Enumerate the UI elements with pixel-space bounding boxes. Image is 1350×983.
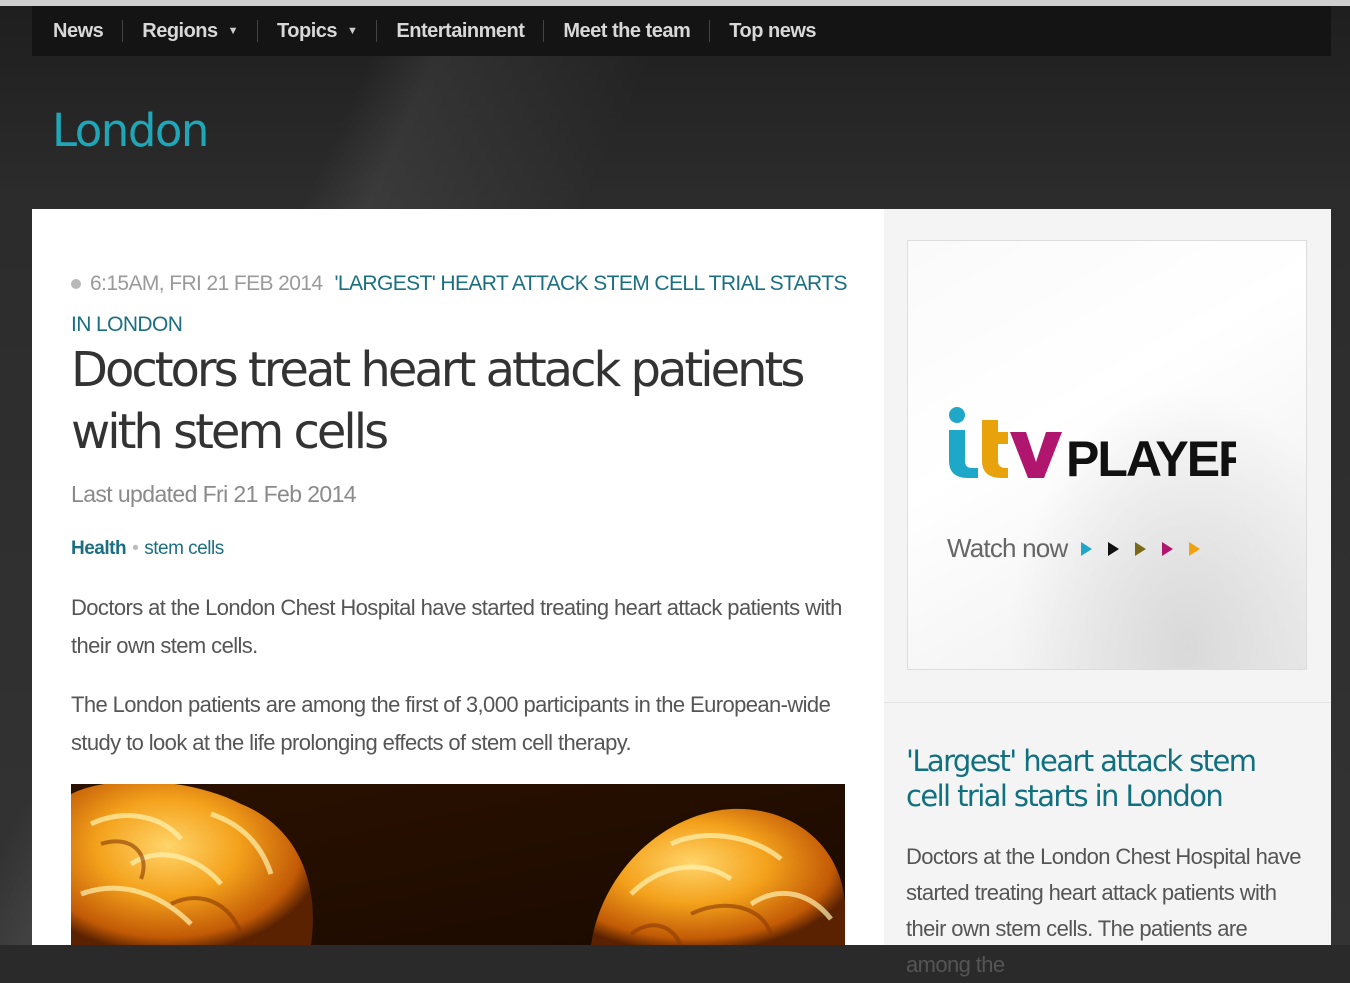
watch-now-label: Watch now bbox=[947, 533, 1068, 563]
timestamp: 6:15AM, FRI 21 FEB 2014 bbox=[90, 272, 323, 295]
region-title: London bbox=[52, 104, 209, 157]
play-arrow-icon bbox=[1108, 541, 1120, 556]
sidebar-divider bbox=[884, 702, 1331, 703]
play-arrow-icon bbox=[1189, 541, 1201, 556]
nav-separator bbox=[257, 20, 259, 42]
nav-separator bbox=[543, 20, 545, 42]
nav-item-news[interactable]: News bbox=[32, 6, 104, 56]
nav-separator bbox=[709, 20, 711, 42]
main-nav: News Regions ▼ Topics ▼ Entertainment Meet… bbox=[32, 6, 1331, 56]
nav-separator bbox=[122, 20, 124, 42]
watch-now-cta[interactable]: Watch now bbox=[947, 533, 1216, 564]
article-headline: Doctors treat heart attack patients with… bbox=[71, 342, 805, 460]
itv-player-ad[interactable]: PLAYER Watch now bbox=[907, 240, 1307, 670]
play-arrow-icon bbox=[1081, 541, 1093, 556]
tag-health[interactable]: Health bbox=[71, 538, 127, 559]
article-image[interactable] bbox=[71, 784, 845, 945]
nav-label: Topics bbox=[277, 19, 338, 42]
article-paragraph: Doctors at the London Chest Hospital hav… bbox=[71, 595, 842, 658]
clock-icon bbox=[71, 279, 81, 289]
related-story-title[interactable]: 'Largest' heart attack stem cell trial s… bbox=[906, 744, 1306, 814]
nav-item-entertainment[interactable]: Entertainment bbox=[396, 6, 524, 56]
nav-label: News bbox=[53, 19, 104, 42]
nav-label: Meet the team bbox=[563, 19, 691, 42]
article-meta: 6:15AM, FRI 21 FEB 2014 'LARGEST' HEART A… bbox=[71, 263, 851, 345]
play-arrow-icon bbox=[1162, 541, 1174, 556]
caret-down-icon: ▼ bbox=[227, 25, 239, 37]
stem-cell-image bbox=[71, 784, 845, 945]
nav-item-topics[interactable]: Topics ▼ bbox=[277, 6, 358, 56]
nav-item-top-news[interactable]: Top news bbox=[729, 6, 816, 56]
play-arrow-icon bbox=[1135, 541, 1147, 556]
nav-label: Entertainment bbox=[396, 19, 525, 42]
last-updated: Last updated Fri 21 Feb 2014 bbox=[71, 481, 357, 507]
tag-stem-cells[interactable]: stem cells bbox=[144, 538, 224, 559]
caret-down-icon: ▼ bbox=[347, 25, 358, 37]
play-arrows bbox=[1081, 541, 1216, 556]
nav-separator bbox=[376, 20, 378, 42]
article-paragraph: The London patients are among the first … bbox=[71, 692, 831, 755]
itv-logo-icon: PLAYER bbox=[949, 407, 1256, 487]
nav-item-regions[interactable]: Regions ▼ bbox=[142, 6, 238, 56]
related-story-summary: Doctors at the London Chest Hospital hav… bbox=[906, 844, 1301, 977]
nav-label: Top news bbox=[729, 19, 816, 42]
tag-list: Health • stem cells bbox=[71, 538, 224, 560]
nav-label: Regions bbox=[142, 19, 218, 42]
tag-separator: • bbox=[132, 538, 139, 559]
sidebar: PLAYER Watch now 'Largest' heart attack … bbox=[884, 209, 1331, 977]
itv-player-word: PLAYER bbox=[1066, 431, 1236, 481]
nav-item-meet-the-team[interactable]: Meet the team bbox=[563, 6, 690, 56]
itv-player-logo: PLAYER bbox=[946, 406, 1256, 487]
article-panel: 6:15AM, FRI 21 FEB 2014 'LARGEST' HEART A… bbox=[32, 209, 884, 945]
